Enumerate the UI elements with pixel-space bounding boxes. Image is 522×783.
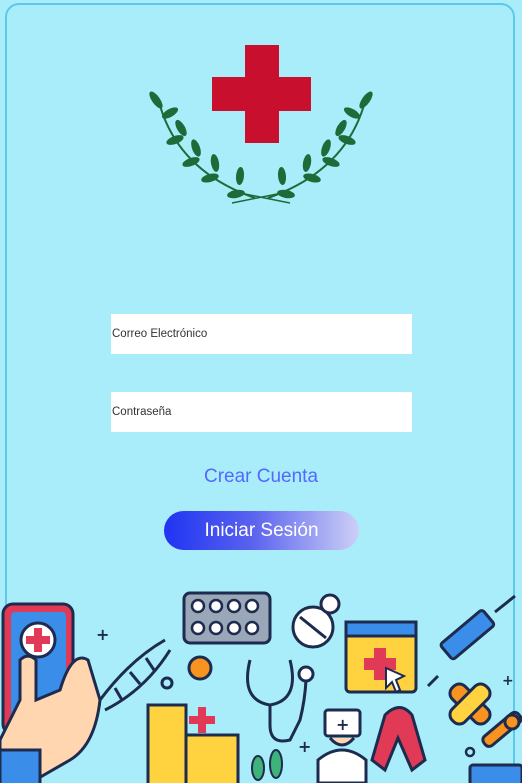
dna-icon: [98, 638, 172, 712]
email-input[interactable]: [111, 314, 412, 354]
pill-icon: [187, 655, 213, 681]
medical-illustration: + + + +: [0, 591, 522, 783]
pill-pack-icon: [182, 591, 272, 645]
plus-icon: +: [502, 673, 514, 689]
plus-icon: +: [298, 737, 311, 756]
plus-icon: +: [96, 625, 109, 644]
hospital-icon: [146, 703, 240, 783]
medical-window-icon: [344, 620, 418, 694]
password-field[interactable]: [111, 392, 412, 432]
doctor-icon: +: [316, 708, 368, 783]
create-account-link[interactable]: Crear Cuenta: [0, 466, 522, 488]
stethoscope-icon: [246, 659, 315, 743]
email-field[interactable]: [111, 314, 412, 354]
ribbon-icon: [370, 706, 427, 773]
password-input[interactable]: [111, 392, 412, 432]
bandage-icon: [448, 682, 492, 726]
red-cross-logo-icon: [149, 45, 373, 204]
plant-icon: [251, 749, 283, 781]
login-screen: Crear Cuenta Iniciar Sesión + + +: [0, 0, 522, 783]
bed-icon: [468, 763, 522, 783]
login-button[interactable]: Iniciar Sesión: [164, 511, 359, 550]
svg-text:+: +: [336, 715, 349, 734]
